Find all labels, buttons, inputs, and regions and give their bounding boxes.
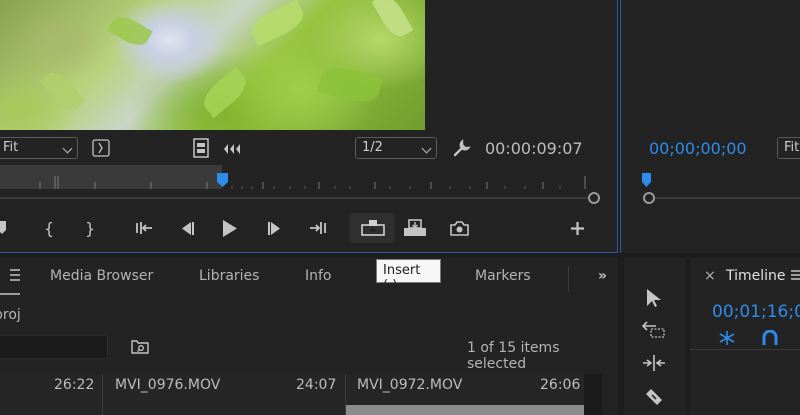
timeline-header-divider (690, 349, 800, 350)
clip-duration: 24:07 (296, 377, 337, 393)
items-selected-count: 1 of 15 items selected (467, 340, 560, 372)
resolution-dropdown[interactable]: 1/2 (355, 137, 437, 159)
source-fit-dropdown[interactable]: Fit (0, 137, 78, 159)
insert-tooltip: Insert (,) (376, 259, 441, 293)
nest-sequence-icon[interactable] (718, 330, 736, 346)
tab-libraries[interactable]: Libraries (199, 268, 259, 284)
source-time-ruler[interactable] (0, 165, 600, 191)
tab-markers[interactable]: Markers (475, 268, 531, 284)
clip-name[interactable]: MVI_0976.MOV (115, 377, 220, 393)
column-divider (102, 374, 103, 415)
source-timecode[interactable]: 00:00:09:07 (485, 139, 583, 158)
step-back-icon[interactable] (178, 222, 196, 235)
program-monitor-panel: 00;00;00;00 Fit (620, 0, 800, 253)
program-playhead[interactable] (641, 173, 652, 187)
project-name: proj (0, 307, 21, 323)
panel-settings-icon[interactable] (92, 139, 110, 157)
source-monitor-panel: Fit 1/2 00:00:09:07 {} (0, 0, 618, 253)
source-fit-label: Fit (3, 140, 19, 155)
video-preview (0, 0, 425, 130)
clip-list-scrollbar[interactable] (584, 374, 602, 415)
go-to-in-icon[interactable] (135, 221, 155, 235)
program-zoom-bar[interactable] (655, 197, 800, 199)
tab-info[interactable]: Info (305, 268, 332, 284)
add-marker-icon[interactable] (0, 221, 8, 235)
overwrite-icon[interactable] (403, 219, 427, 237)
track-select-tool-icon[interactable] (642, 320, 666, 338)
razor-tool-icon[interactable] (643, 386, 665, 408)
project-panel: Media Browser Libraries Info Markers » p… (0, 258, 618, 415)
insert-button[interactable] (349, 213, 395, 243)
tab-media-browser[interactable]: Media Browser (50, 268, 153, 284)
panel-menu-icon[interactable] (0, 266, 22, 296)
mark-out-icon[interactable]: } (85, 219, 95, 238)
clip-duration: 26:22 (54, 377, 95, 393)
play-icon[interactable] (222, 220, 238, 237)
snap-magnet-icon[interactable] (762, 330, 778, 346)
go-to-out-icon[interactable] (307, 221, 327, 235)
ripple-edit-tool-icon[interactable] (642, 354, 666, 372)
clip-duration: 26:06 (540, 377, 581, 393)
button-editor-plus-icon[interactable] (570, 221, 585, 236)
search-input[interactable] (0, 335, 108, 359)
waveform-icon[interactable] (223, 143, 243, 155)
film-strip-icon[interactable] (193, 138, 209, 158)
overflow-chevron-icon[interactable]: » (598, 268, 607, 284)
clip-thumbnail[interactable] (346, 405, 584, 415)
source-playhead[interactable] (216, 173, 228, 187)
camera-icon[interactable] (450, 221, 469, 236)
chevron-down-icon (62, 143, 73, 154)
program-timecode[interactable]: 00;00;00;00 (649, 139, 747, 158)
find-icon[interactable] (131, 340, 149, 354)
resolution-label: 1/2 (362, 140, 383, 155)
zoom-handle[interactable] (643, 192, 655, 204)
program-fit-label: Fit (784, 140, 800, 155)
timeline-panel: × Timeline 00;01;16;0 (690, 258, 800, 415)
zoom-handle[interactable] (588, 192, 600, 204)
clip-name[interactable]: MVI_0972.MOV (357, 377, 462, 393)
program-fit-dropdown[interactable]: Fit (777, 137, 800, 159)
timeline-title[interactable]: Timeline (726, 268, 786, 284)
wrench-icon[interactable] (452, 138, 472, 158)
step-forward-icon[interactable] (267, 222, 285, 235)
clip-list: 26:22 MVI_0976.MOV 24:07 MVI_0972.MOV 26… (0, 374, 600, 415)
panel-menu-icon[interactable] (790, 268, 800, 282)
selection-tool-icon[interactable] (646, 288, 662, 308)
timeline-timecode[interactable]: 00;01;16;0 (712, 302, 800, 322)
mark-in-icon[interactable]: { (44, 219, 54, 238)
close-icon[interactable]: × (704, 268, 716, 284)
tools-panel (624, 258, 686, 415)
chevron-down-icon (421, 143, 432, 154)
tab-divider (568, 266, 569, 292)
source-zoom-bar[interactable] (0, 197, 590, 199)
